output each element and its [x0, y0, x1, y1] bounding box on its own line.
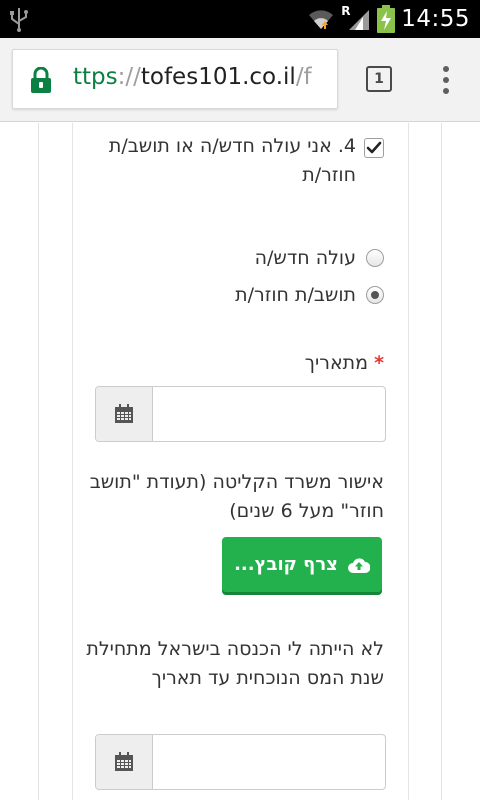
- url-path: /f: [295, 64, 312, 90]
- radio-button-selected[interactable]: [366, 286, 384, 304]
- overflow-menu-icon[interactable]: [438, 64, 454, 96]
- from-date-label: *מתאריך: [305, 349, 384, 378]
- from-date-label-text: מתאריך: [304, 352, 369, 374]
- signal-indicator: R: [341, 4, 371, 32]
- address-bar[interactable]: ttps://tofes101.co.il/f: [12, 49, 338, 109]
- browser-toolbar: ttps://tofes101.co.il/f 1: [0, 38, 480, 122]
- form: 4. אני עולה חדש/ה או תושב/ת חוזר/ת עולה …: [0, 123, 480, 800]
- no-income-date-input[interactable]: [154, 735, 385, 789]
- radio-label: עולה חדש/ה: [254, 247, 356, 269]
- from-date-field[interactable]: [95, 386, 386, 442]
- status-bar: R 14:55: [0, 0, 480, 38]
- required-mark: *: [374, 352, 384, 374]
- page-content[interactable]: 4. אני עולה חדש/ה או תושב/ת חוזר/ת עולה …: [0, 123, 480, 800]
- url-host: tofes101.co.il: [140, 64, 296, 90]
- signal-icon: [349, 10, 370, 30]
- tab-count: 1: [374, 71, 384, 87]
- radio-option-new-immigrant[interactable]: עולה חדש/ה: [255, 245, 384, 271]
- tabs-button[interactable]: 1: [366, 66, 392, 92]
- radio-button[interactable]: [366, 249, 384, 267]
- wifi-icon: [309, 10, 334, 29]
- no-income-label: לא הייתה לי הכנסה בישראל מתחילת שנת המס …: [86, 638, 384, 689]
- battery-charging-icon: [377, 5, 396, 33]
- calendar-button[interactable]: [96, 735, 153, 789]
- question-checkbox[interactable]: [364, 138, 384, 158]
- from-date-input[interactable]: [154, 387, 385, 441]
- calendar-button[interactable]: [96, 387, 153, 441]
- calendar-icon: [115, 404, 133, 423]
- attach-file-label: צרף קובץ...: [234, 554, 338, 575]
- usb-icon: [10, 8, 28, 32]
- url-text: ttps://tofes101.co.il/f: [73, 64, 312, 90]
- radio-option-returning-resident[interactable]: תושב/ת חוזר/ת: [235, 282, 384, 308]
- radio-label: תושב/ת חוזר/ת: [235, 284, 356, 306]
- status-time: 14:55: [401, 6, 470, 32]
- status-icons: R 14:55: [307, 0, 470, 38]
- checkmark-icon: [366, 141, 382, 154]
- upload-label: אישור משרד הקליטה (תעודת "תושב חוזר" מעל…: [89, 471, 384, 522]
- url-separator: ://: [117, 64, 141, 90]
- url-scheme: ttps: [73, 64, 118, 90]
- calendar-icon: [115, 752, 133, 771]
- lock-icon: [31, 67, 51, 93]
- question-label: 4. אני עולה חדש/ה או תושב/ת חוזר/ת: [108, 135, 356, 186]
- attach-file-button[interactable]: צרף קובץ...: [222, 537, 382, 592]
- cloud-upload-icon: [347, 557, 370, 573]
- radio-dot: [371, 291, 379, 299]
- no-income-date-field[interactable]: [95, 734, 386, 790]
